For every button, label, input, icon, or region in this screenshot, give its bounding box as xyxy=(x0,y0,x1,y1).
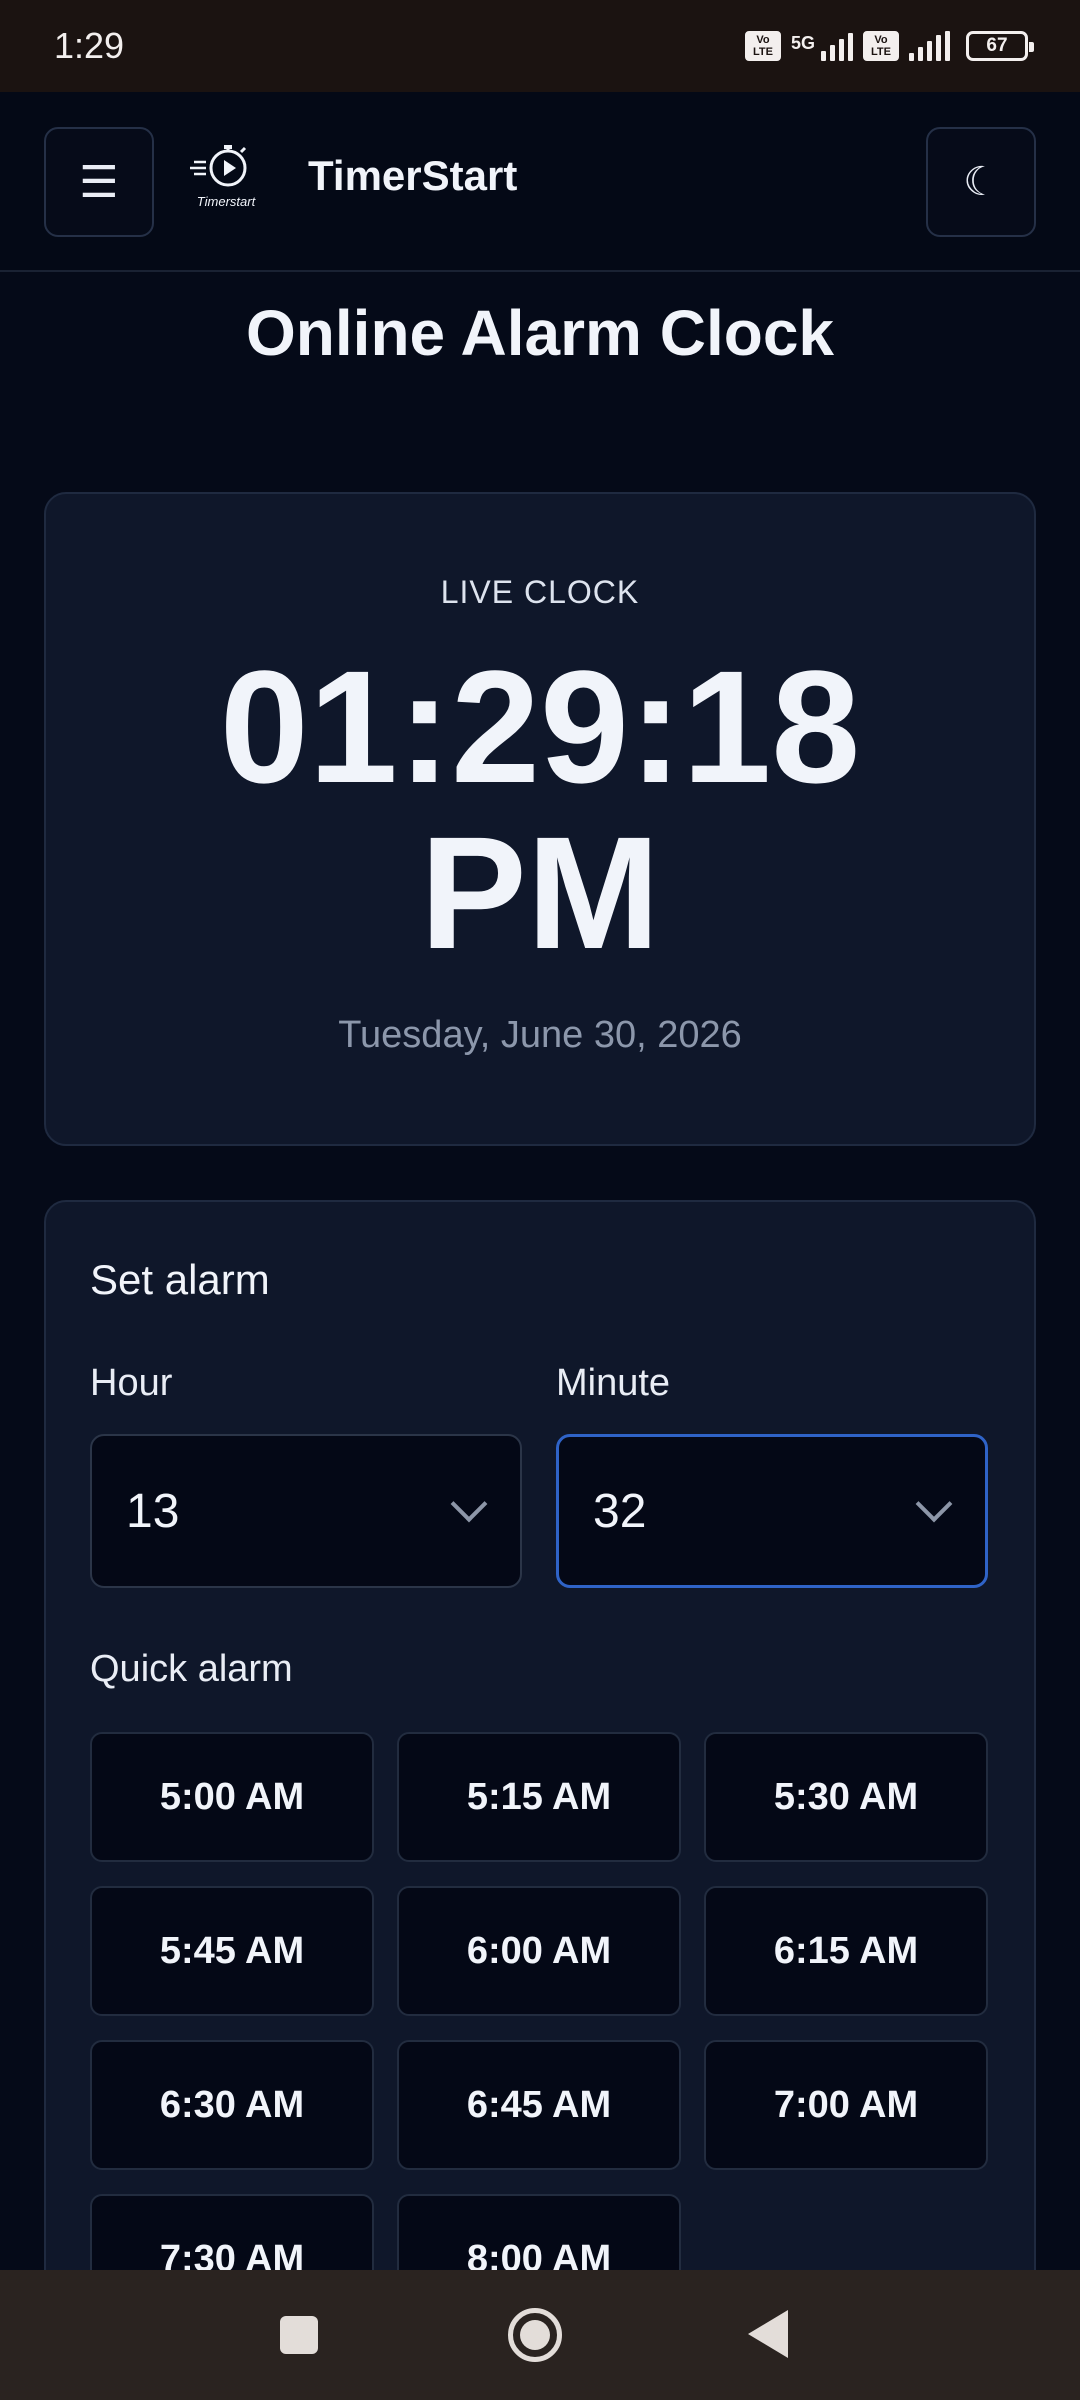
status-bar: 1:29 Vo LTE 5G Vo LTE 67 xyxy=(0,0,1080,92)
stopwatch-logo-icon: Timerstart xyxy=(190,145,257,209)
timerstart-logo[interactable]: Timerstart xyxy=(188,142,264,214)
minute-label: Minute xyxy=(556,1362,671,1404)
quick-alarm-button[interactable]: 6:00 AM xyxy=(397,1886,681,2016)
quick-alarm-button[interactable]: 5:00 AM xyxy=(90,1732,374,1862)
set-alarm-heading: Set alarm xyxy=(90,1256,270,1303)
live-clock-date: Tuesday, June 30, 2026 xyxy=(338,1014,742,1056)
status-time: 1:29 xyxy=(54,25,125,66)
quick-alarm-button[interactable]: 7:00 AM xyxy=(704,2040,988,2170)
quick-alarm-button[interactable]: 5:15 AM xyxy=(397,1732,681,1862)
minute-select[interactable]: 32 xyxy=(556,1434,988,1588)
set-alarm-card: Set alarm Hour 13 Minute 32 Quick alarm … xyxy=(44,1200,1036,2324)
quick-alarm-button[interactable]: 5:30 AM xyxy=(704,1732,988,1862)
system-nav-bar xyxy=(0,2270,1080,2400)
menu-button[interactable]: ☰ xyxy=(44,127,154,237)
network-type: 5G xyxy=(790,33,815,53)
recent-apps-icon[interactable] xyxy=(280,2316,318,2354)
app-header: ☰ Timerstart TimerStart ☾ xyxy=(0,92,1080,272)
clock-period: PM xyxy=(420,803,660,982)
quick-alarm-button[interactable]: 5:45 AM xyxy=(90,1886,374,2016)
quick-alarm-button[interactable]: 6:30 AM xyxy=(90,2040,374,2170)
live-clock-time: 01:29:18 PM xyxy=(46,644,1034,976)
live-clock-card: LIVE CLOCK 01:29:18 PM Tuesday, June 30,… xyxy=(44,492,1036,1146)
back-icon[interactable] xyxy=(748,2310,788,2358)
chevron-down-icon xyxy=(915,1485,953,1523)
chevron-down-icon xyxy=(450,1485,488,1523)
brand-name[interactable]: TimerStart xyxy=(308,152,517,200)
clock-time-value: 01:29:18 xyxy=(219,637,861,816)
battery-level: 67 xyxy=(986,35,1008,56)
page-title: Online Alarm Clock xyxy=(246,297,834,369)
hour-select-value: 13 xyxy=(126,1484,180,1538)
quick-alarm-grid: 5:00 AM 5:15 AM 5:30 AM 5:45 AM 6:00 AM … xyxy=(90,1732,990,2324)
hamburger-icon: ☰ xyxy=(79,157,119,207)
signal-icon xyxy=(821,31,853,61)
moon-icon: ☾ xyxy=(963,160,999,204)
hour-label: Hour xyxy=(90,1362,173,1404)
battery-icon: 67 xyxy=(966,31,1034,61)
minute-select-value: 32 xyxy=(593,1484,647,1538)
status-icons: Vo LTE 5G Vo LTE 67 xyxy=(744,31,1034,61)
live-clock-label: LIVE CLOCK xyxy=(440,574,640,610)
quick-alarm-button[interactable]: 6:45 AM xyxy=(397,2040,681,2170)
theme-toggle-button[interactable]: ☾ xyxy=(926,127,1036,237)
svg-text:Timerstart: Timerstart xyxy=(197,194,257,209)
signal-icon xyxy=(909,31,950,61)
volte-icon: Vo LTE xyxy=(744,31,781,61)
quick-alarm-heading: Quick alarm xyxy=(90,1648,293,1690)
home-icon[interactable] xyxy=(508,2308,562,2362)
hour-select[interactable]: 13 xyxy=(90,1434,522,1588)
quick-alarm-button[interactable]: 6:15 AM xyxy=(704,1886,988,2016)
volte-icon: Vo LTE xyxy=(863,31,899,61)
